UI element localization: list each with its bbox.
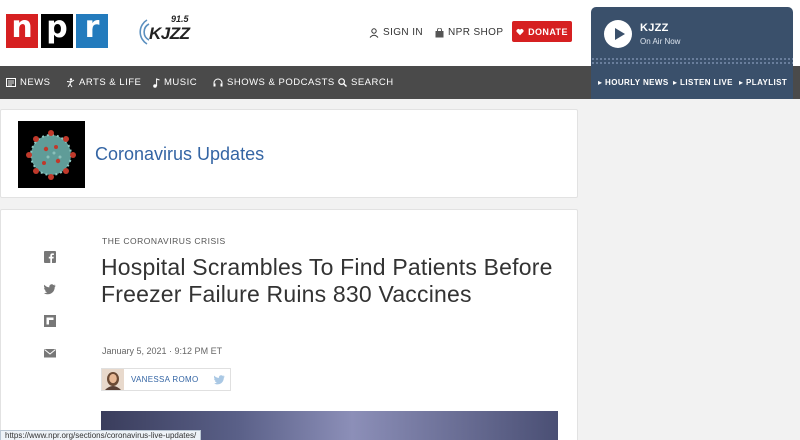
- donate-label: DONATE: [528, 26, 568, 37]
- headphones-icon: [213, 78, 223, 87]
- coronavirus-updates-title[interactable]: Coronavirus Updates: [95, 144, 264, 165]
- npr-logo[interactable]: n p r: [6, 13, 108, 48]
- npr-logo-p: p: [41, 13, 73, 48]
- player-status: On Air Now: [640, 37, 681, 46]
- kjzz-logo[interactable]: 91.5 KJZZ: [135, 14, 195, 49]
- user-icon: [369, 27, 379, 38]
- npr-logo-n: n: [6, 13, 38, 48]
- article-date: January 5, 2021 · 9:12 PM ET: [102, 346, 223, 356]
- nav-search[interactable]: SEARCH: [338, 77, 394, 88]
- flipboard-icon[interactable]: [44, 315, 56, 327]
- kjzz-call-sign: KJZZ: [149, 24, 190, 43]
- hourly-news-link[interactable]: ▸ HOURLY NEWS: [598, 78, 669, 87]
- email-icon[interactable]: [44, 347, 56, 359]
- player-station: KJZZ: [640, 22, 669, 34]
- nav-news[interactable]: NEWS: [6, 77, 51, 88]
- hourly-news-label: HOURLY NEWS: [605, 78, 669, 87]
- right-column: [591, 99, 800, 440]
- music-note-icon: [153, 77, 160, 88]
- nav-shows-podcasts[interactable]: SHOWS & PODCASTS: [213, 77, 335, 88]
- author-byline[interactable]: VANESSA ROMO: [101, 368, 231, 391]
- npr-shop-label: NPR SHOP: [448, 27, 504, 38]
- player-nav: ▸ HOURLY NEWS ▸ LISTEN LIVE ▸ PLAYLIST: [591, 66, 793, 99]
- nav-news-label: NEWS: [20, 77, 51, 88]
- dancer-icon: [66, 77, 75, 87]
- npr-logo-r: r: [76, 13, 108, 48]
- listen-live-label: LISTEN LIVE: [680, 78, 733, 87]
- search-icon: [338, 78, 347, 87]
- play-icon[interactable]: [604, 20, 632, 48]
- coronavirus-image: [18, 121, 85, 188]
- nav-music-label: MUSIC: [164, 77, 198, 88]
- sign-in-label: SIGN IN: [383, 27, 424, 38]
- kjzz-frequency: 91.5: [171, 14, 189, 24]
- twitter-icon[interactable]: [44, 283, 56, 295]
- coronavirus-updates-card[interactable]: Coronavirus Updates: [0, 109, 578, 198]
- article-card: [0, 209, 578, 440]
- nav-arts-life[interactable]: ARTS & LIFE: [66, 77, 141, 88]
- sign-in-link[interactable]: SIGN IN: [369, 27, 423, 38]
- nav-arts-life-label: ARTS & LIFE: [79, 77, 142, 88]
- status-bar-url: https://www.npr.org/sections/coronavirus…: [0, 430, 202, 440]
- heart-icon: [516, 28, 524, 35]
- author-avatar: [102, 369, 124, 390]
- donate-button[interactable]: DONATE: [512, 21, 572, 42]
- playlist-label: PLAYLIST: [746, 78, 788, 87]
- playlist-link[interactable]: ▸ PLAYLIST: [739, 78, 787, 87]
- author-twitter-icon[interactable]: [214, 374, 225, 385]
- nav-shows-podcasts-label: SHOWS & PODCASTS: [227, 77, 335, 88]
- listen-live-link[interactable]: ▸ LISTEN LIVE: [673, 78, 733, 87]
- npr-shop-link[interactable]: NPR SHOP: [435, 27, 503, 38]
- author-name[interactable]: VANESSA ROMO: [131, 375, 198, 384]
- facebook-icon[interactable]: [44, 251, 56, 263]
- shopping-bag-icon: [435, 27, 444, 37]
- article-slug[interactable]: THE CORONAVIRUS CRISIS: [102, 236, 226, 246]
- nav-music[interactable]: MUSIC: [153, 77, 197, 88]
- nav-search-label: SEARCH: [351, 77, 394, 88]
- virus-icon: [26, 130, 76, 180]
- newspaper-icon: [6, 78, 16, 87]
- main-nav: NEWS ARTS & LIFE MUSIC SHOWS & PODCASTS …: [0, 66, 800, 99]
- article-headline: Hospital Scrambles To Find Patients Befo…: [101, 254, 553, 307]
